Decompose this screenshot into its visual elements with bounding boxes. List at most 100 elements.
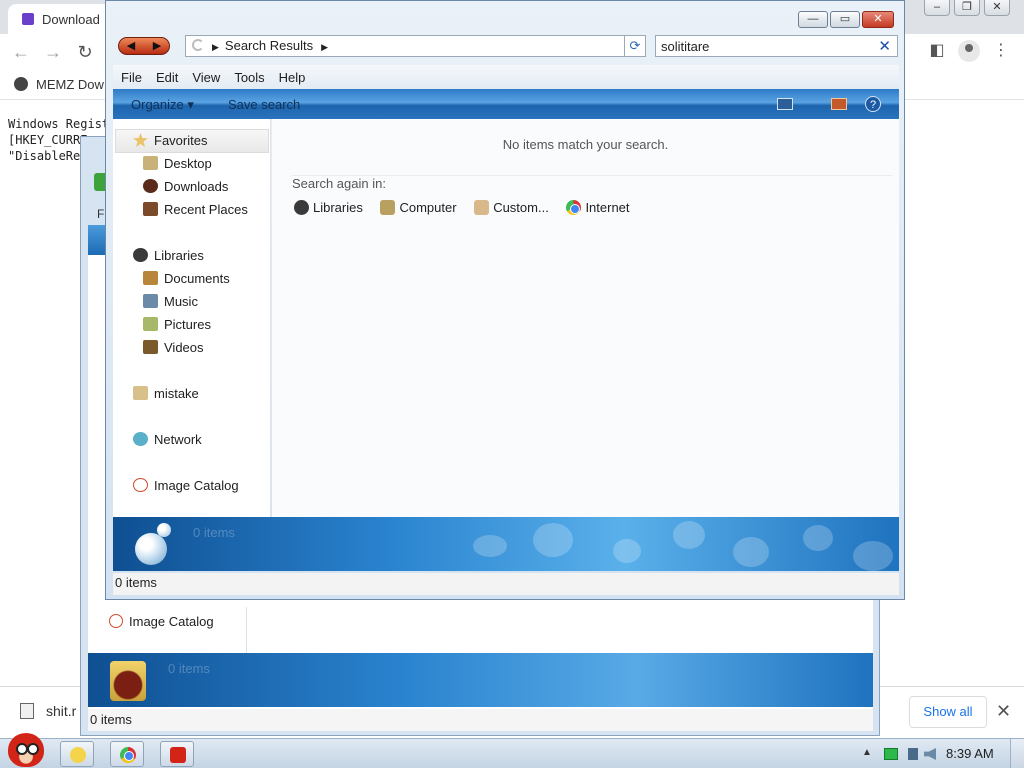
forward-arrow-icon[interactable]: → [42,42,64,62]
nav-item-downloads[interactable]: Downloads [143,179,228,194]
search-input[interactable]: solititare ✕ [655,35,898,57]
minimize-button[interactable]: — [798,11,828,28]
show-desktop-button[interactable] [1010,739,1024,768]
search-results-window[interactable]: — ▭ ✕ ◀ ▶ ▶Search Results▶ ▼ ⟳ solititar… [105,0,905,600]
nav-item-pictures[interactable]: Pictures [143,317,211,332]
close-button[interactable]: ✕ [862,11,894,28]
nav-label: Image Catalog [154,478,239,493]
browser-tab-title: Download [42,12,100,27]
battery-icon[interactable] [884,748,898,760]
breadcrumb-arrow-icon[interactable]: ▶ [212,42,219,53]
nav-item-user[interactable]: mistake [133,386,199,401]
user-folder-icon [133,386,148,400]
nav-label: mistake [154,386,199,401]
desktop-icon [143,156,158,170]
computer-icon [380,200,396,215]
address-bar[interactable]: ▶Search Results▶ ▼ [185,35,643,57]
refresh-icon[interactable]: ⟳ [624,35,646,57]
libraries-icon [133,248,148,262]
tray-expand-icon[interactable]: ▲ [862,747,872,758]
help-icon[interactable]: ? [865,96,881,112]
bookmark-item[interactable]: MEMZ Dow [36,77,104,92]
network-icon [133,432,148,446]
save-search-button[interactable]: Save search [228,97,300,112]
nav-item-videos[interactable]: Videos [143,340,204,355]
music-icon [143,294,158,308]
volume-icon[interactable] [924,748,936,760]
reload-icon[interactable]: ↻ [74,42,96,62]
taskbar-clock[interactable]: 8:39 AM [946,746,994,761]
decor-bubble [533,523,573,557]
taskbar-pdf-button[interactable] [160,741,194,767]
view-options-icon[interactable] [777,98,793,110]
back-arrow-icon[interactable]: ← [10,42,32,62]
menu-file[interactable]: File [113,65,148,85]
nav-item-image-catalog[interactable]: Image Catalog [133,478,239,493]
back-button-icon[interactable]: ◀ [119,38,143,54]
folder-icon [70,747,86,763]
chrome-icon [566,200,582,215]
network-tray-icon[interactable] [908,748,918,760]
back-nav-divider [246,607,247,653]
nav-label: Desktop [164,156,212,171]
browser-tab[interactable]: Download [8,4,118,34]
nav-item-network[interactable]: Network [133,432,202,447]
decor-bubble [803,525,833,551]
search-orb-icon [135,523,173,565]
back-status-bar: 0 items [88,709,873,731]
organize-button[interactable]: Organize ▾ [131,97,194,113]
loading-icon [192,39,204,51]
preview-pane-icon[interactable] [831,98,847,110]
search-again-custom[interactable]: Custom... [474,200,549,215]
menu-tools[interactable]: Tools [226,65,270,85]
browser-minimize-button[interactable]: – [924,0,950,16]
search-again-internet[interactable]: Internet [566,200,630,215]
close-downloads-icon[interactable]: ✕ [996,701,1011,722]
nav-item-favorites[interactable]: Favorites [133,133,207,148]
file-icon [20,703,34,719]
nav-item-desktop[interactable]: Desktop [143,156,212,171]
browser-menu-icon[interactable]: ⋮ [990,40,1012,62]
browser-close-button[interactable]: ✕ [984,0,1010,16]
decor-bubble [733,537,769,567]
search-again-libraries[interactable]: Libraries [294,200,363,215]
show-all-button[interactable]: Show all [909,696,987,728]
back-menu-file[interactable]: F [97,207,104,221]
folder-mine-icon [110,661,146,701]
menu-view[interactable]: View [184,65,226,85]
breadcrumb-arrow-icon[interactable]: ▶ [321,42,328,53]
taskbar-chrome-button[interactable] [110,741,144,767]
back-nav-item-image-catalog[interactable]: Image Catalog [109,614,214,629]
angry-bird-icon [8,733,44,767]
chrome-icon [120,747,136,763]
search-again-label: Search again in: [292,176,386,191]
taskbar-explorer-button[interactable] [60,741,94,767]
download-item[interactable]: shit.r [20,703,76,719]
window-controls: — ▭ ✕ [798,11,894,28]
nav-label: Pictures [164,317,211,332]
address-text: Search Results [224,38,314,53]
maximize-button[interactable]: ▭ [830,11,860,28]
tab-favicon-icon [22,13,34,25]
clear-search-icon[interactable]: ✕ [878,37,891,55]
nav-item-documents[interactable]: Documents [143,271,230,286]
sidebar-toggle-icon[interactable]: ◧ [926,40,948,62]
browser-restore-button[interactable]: ❐ [954,0,980,16]
decor-bubble [473,535,507,557]
details-count: 0 items [193,525,235,540]
start-button[interactable] [4,731,48,768]
nav-item-music[interactable]: Music [143,294,198,309]
nav-item-recent-places[interactable]: Recent Places [143,202,248,217]
profile-avatar-icon[interactable] [958,40,980,62]
nav-label: Libraries [154,248,204,263]
search-value: solititare [661,39,710,54]
back-details-count: 0 items [168,661,210,676]
menu-edit[interactable]: Edit [148,65,184,85]
downloads-icon [143,179,158,193]
nav-item-libraries[interactable]: Libraries [133,248,204,263]
menu-bar: File Edit View Tools Help [113,65,899,89]
nav-label: Downloads [164,179,229,194]
search-again-computer[interactable]: Computer [380,200,457,215]
forward-button-icon[interactable]: ▶ [145,38,169,54]
menu-help[interactable]: Help [271,65,312,85]
